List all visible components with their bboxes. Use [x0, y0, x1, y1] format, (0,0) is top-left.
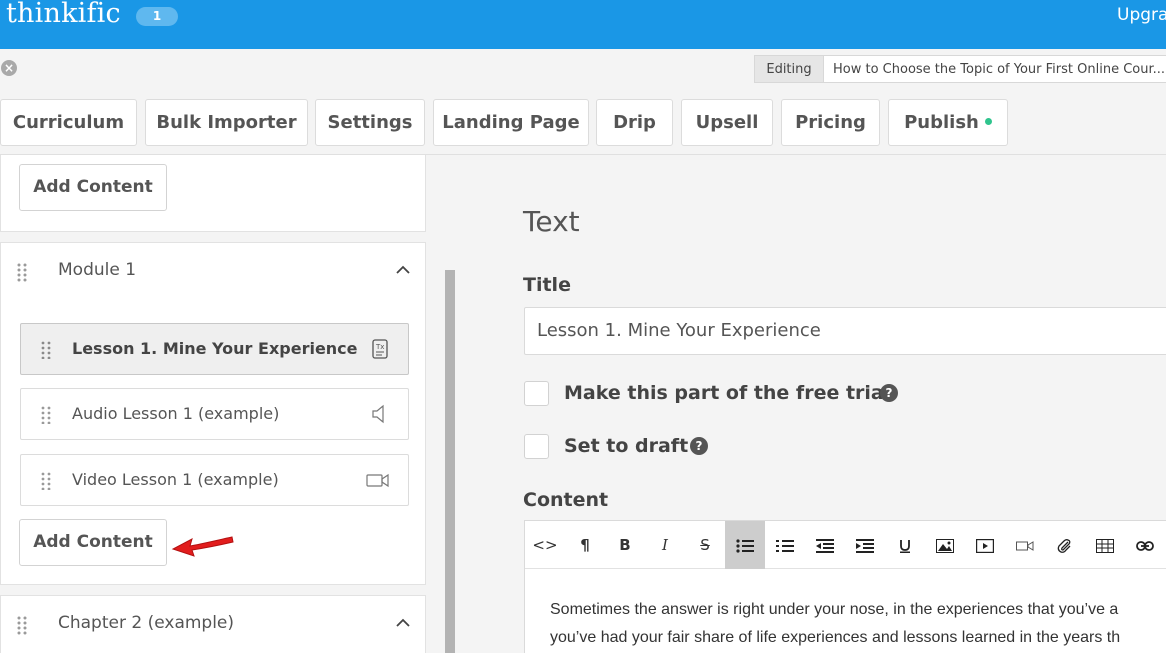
draft-checkbox[interactable]	[524, 434, 549, 459]
chapter-card: Chapter 2 (example)	[0, 595, 426, 653]
free-trial-label: Make this part of the free trial	[564, 382, 891, 404]
drag-handle-icon[interactable]	[17, 616, 27, 636]
code-view-icon[interactable]: <>	[525, 521, 565, 569]
help-icon[interactable]: ?	[880, 384, 898, 402]
lesson-item[interactable]: Audio Lesson 1 (example)	[20, 388, 409, 440]
title-label: Title	[523, 274, 571, 296]
lesson-editor-panel: Text Title Lesson 1. Mine Your Experienc…	[457, 155, 1166, 653]
publish-status-dot	[984, 117, 992, 125]
lesson-item[interactable]: Lesson 1. Mine Your Experience Tx	[20, 323, 409, 375]
chevron-up-icon[interactable]	[396, 263, 410, 277]
draft-label: Set to draft	[564, 435, 689, 457]
notification-badge[interactable]: 1	[136, 7, 178, 26]
tab-publish-label: Publish	[904, 112, 979, 133]
tab-publish[interactable]: Publish	[888, 99, 1008, 146]
upgrade-link[interactable]: Upgra	[1117, 5, 1166, 25]
drag-handle-icon[interactable]	[41, 472, 51, 491]
underline-icon[interactable]	[885, 521, 925, 569]
tab-pricing[interactable]: Pricing	[781, 99, 880, 146]
chapter-card-top: Add Content	[0, 155, 426, 232]
free-trial-checkbox[interactable]	[524, 381, 549, 406]
strikethrough-icon[interactable]: S	[685, 521, 725, 569]
content-line: Sometimes the answer is right under your…	[550, 601, 1119, 618]
editing-label: Editing	[754, 55, 824, 83]
attachment-icon[interactable]	[1045, 521, 1085, 569]
tab-bulk-importer[interactable]: Bulk Importer	[145, 99, 308, 146]
add-content-button[interactable]: Add Content	[19, 519, 167, 566]
add-content-button-top[interactable]: Add Content	[19, 164, 167, 211]
thinkific-logo[interactable]: thinkific	[6, 0, 121, 29]
tab-drip[interactable]: Drip	[596, 99, 673, 146]
speaker-icon	[372, 404, 384, 424]
table-icon[interactable]	[1085, 521, 1125, 569]
italic-icon[interactable]: I	[645, 521, 685, 569]
chapter-title[interactable]: Chapter 2 (example)	[58, 613, 234, 633]
lesson-label: Video Lesson 1 (example)	[72, 470, 279, 489]
content-line: you’ve had your fair share of life exper…	[550, 629, 1121, 646]
chevron-up-icon[interactable]	[396, 616, 410, 630]
lesson-label: Audio Lesson 1 (example)	[72, 404, 280, 423]
numbered-list-icon[interactable]	[765, 521, 805, 569]
content-label: Content	[523, 489, 609, 511]
red-arrow-annotation	[171, 536, 234, 557]
media-icon[interactable]	[965, 521, 1005, 569]
bold-icon[interactable]: B	[605, 521, 645, 569]
tab-upsell[interactable]: Upsell	[681, 99, 773, 146]
tab-settings[interactable]: Settings	[315, 99, 425, 146]
drag-handle-icon[interactable]	[41, 406, 51, 425]
text-lesson-icon: Tx	[372, 339, 388, 359]
tab-landing-page[interactable]: Landing Page	[433, 99, 589, 146]
link-icon[interactable]	[1125, 521, 1165, 569]
close-icon[interactable]: ×	[1, 60, 17, 76]
editing-bar: × Editing How to Choose the Topic of You…	[0, 49, 1166, 91]
drag-handle-icon[interactable]	[17, 263, 27, 283]
video-camera-icon	[366, 473, 389, 488]
title-input[interactable]: Lesson 1. Mine Your Experience	[524, 307, 1166, 355]
paragraph-icon[interactable]: ¶	[565, 521, 605, 569]
top-bar: thinkific 1 Upgra	[0, 0, 1166, 49]
indent-icon[interactable]	[845, 521, 885, 569]
curriculum-sidebar: Add Content Module 1 Lesson 1. Mine Your…	[0, 155, 456, 653]
course-selector[interactable]: How to Choose the Topic of Your First On…	[823, 55, 1166, 83]
image-icon[interactable]	[925, 521, 965, 569]
help-icon[interactable]: ?	[690, 437, 708, 455]
lesson-item[interactable]: Video Lesson 1 (example)	[20, 454, 409, 506]
outdent-icon[interactable]	[805, 521, 845, 569]
bullet-list-icon[interactable]	[725, 521, 765, 569]
lesson-label: Lesson 1. Mine Your Experience	[72, 339, 358, 358]
svg-text:Tx: Tx	[375, 343, 384, 351]
tab-curriculum[interactable]: Curriculum	[0, 99, 137, 146]
module-title[interactable]: Module 1	[58, 260, 136, 280]
page-title: Text	[523, 205, 580, 238]
video-icon[interactable]	[1005, 521, 1045, 569]
sidebar-scrollbar[interactable]	[445, 270, 455, 653]
editor-content[interactable]: Sometimes the answer is right under your…	[550, 596, 1166, 652]
editor-toolbar: <> ¶ B I S	[525, 521, 1166, 569]
drag-handle-icon[interactable]	[41, 341, 51, 360]
rich-text-editor: <> ¶ B I S Sometimes the answer is right…	[524, 520, 1166, 653]
